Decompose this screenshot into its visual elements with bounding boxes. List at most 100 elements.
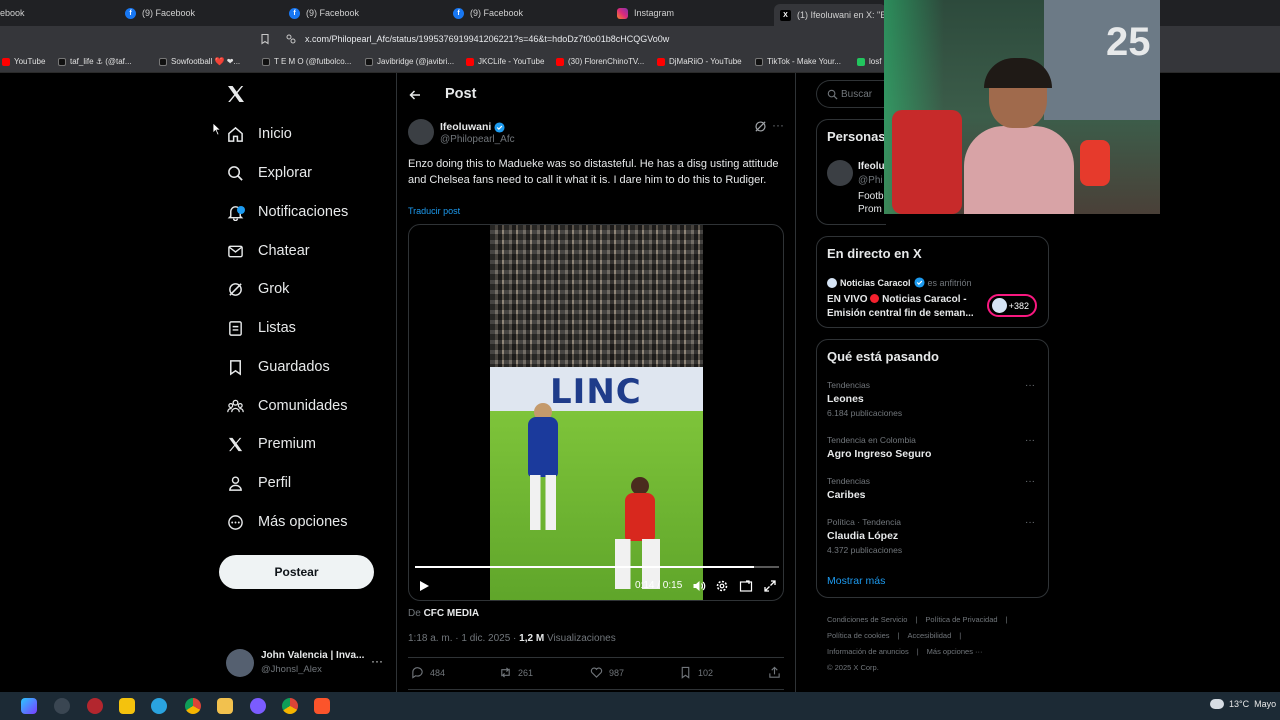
- author-handle[interactable]: @Philopearl_Afc: [440, 134, 515, 145]
- verified-badge-icon: [494, 121, 505, 133]
- like-button[interactable]: 987: [590, 666, 624, 679]
- bookmark-icon: [681, 666, 690, 679]
- url-field[interactable]: x.com/Philopearl_Afc/status/199537691994…: [305, 34, 669, 44]
- video-player[interactable]: LINC 0:14 / 0:15: [408, 224, 784, 601]
- play-icon[interactable]: [417, 579, 431, 593]
- grok-icon: [229, 282, 242, 296]
- search-input[interactable]: Buscar: [816, 80, 886, 108]
- settings-gear-icon[interactable]: [54, 698, 70, 714]
- copilot-icon[interactable]: [21, 698, 37, 714]
- picture-in-picture-icon[interactable]: [739, 579, 753, 593]
- bookmark-star-icon[interactable]: [259, 33, 271, 45]
- live-host[interactable]: Noticias Caracol es anfitrión: [827, 277, 972, 288]
- nav-item-comunidades[interactable]: Comunidades: [227, 393, 347, 419]
- account-switcher[interactable]: John Valencia | Inva... @Jhonsl_Alex ···: [226, 647, 386, 679]
- browser-tab[interactable]: Instagram: [617, 4, 674, 22]
- nav-label: Inicio: [258, 126, 292, 142]
- nav-item-grok[interactable]: Grok: [227, 276, 289, 302]
- footer-link[interactable]: Información de anuncios: [827, 647, 909, 656]
- bookmark-count: 102: [698, 667, 714, 678]
- bookmark-item[interactable]: JKCLife - YouTube: [466, 57, 544, 66]
- nav-item-explorar[interactable]: Explorar: [227, 160, 312, 186]
- chrome-icon[interactable]: [282, 698, 298, 714]
- live-listeners-badge[interactable]: +382: [987, 294, 1037, 317]
- browser-tab[interactable]: f (9) Facebook: [289, 4, 359, 22]
- more-dots-icon[interactable]: ···: [1025, 517, 1035, 528]
- more-dots-icon[interactable]: ···: [1025, 435, 1035, 446]
- back-arrow-icon[interactable]: [408, 88, 422, 102]
- repost-icon: [501, 667, 510, 678]
- source-account-link[interactable]: CFC MEDIA: [424, 608, 480, 619]
- settings-icon[interactable]: [715, 579, 729, 593]
- bookmark-item[interactable]: taf_life ⚓ (@taf...: [58, 57, 132, 66]
- fullscreen-icon[interactable]: [763, 579, 777, 593]
- tab-title: (9) Facebook: [306, 8, 360, 18]
- video-progress-bar[interactable]: [415, 566, 779, 568]
- bookmark-item[interactable]: Sowfootball ❤️ ❤...: [159, 57, 240, 66]
- post-timestamp[interactable]: 1:18 a. m. · 1 dic. 2025 ·: [408, 633, 516, 644]
- bookmark-button[interactable]: 102: [679, 666, 713, 679]
- nav-item-perfil[interactable]: Perfil: [227, 470, 291, 496]
- share-button[interactable]: [768, 666, 781, 679]
- telegram-icon[interactable]: [151, 698, 167, 714]
- bookmark-item[interactable]: Javibridge (@javibri...: [365, 57, 454, 66]
- footer-link[interactable]: Condiciones de Servicio: [827, 615, 907, 624]
- translate-link[interactable]: Traducir post: [408, 206, 460, 216]
- chrome-icon[interactable]: [185, 698, 201, 714]
- bookmark-icon: [230, 359, 241, 376]
- footer-link[interactable]: Política de cookies: [827, 631, 890, 640]
- nav-item-premium[interactable]: Premium: [227, 431, 316, 457]
- browser-tab[interactable]: ebook: [0, 4, 40, 22]
- more-dots-icon[interactable]: ···: [772, 118, 784, 132]
- browser-tab-active[interactable]: X (1) Ifeoluwani en X: "Enz: [774, 4, 886, 26]
- x-logo-icon[interactable]: [226, 84, 246, 104]
- app-icon[interactable]: [87, 698, 103, 714]
- source-prefix: De: [408, 608, 421, 619]
- bookmark-item[interactable]: YouTube: [2, 57, 45, 66]
- bookmark-item[interactable]: TikTok - Make Your...: [755, 57, 841, 66]
- avatar[interactable]: [827, 160, 853, 186]
- more-dots-icon[interactable]: ···: [1025, 476, 1035, 487]
- reply-button[interactable]: 484: [411, 666, 445, 679]
- notes-icon[interactable]: [119, 698, 135, 714]
- volume-icon[interactable]: [692, 579, 706, 593]
- nav-item-guardados[interactable]: Guardados: [227, 354, 330, 380]
- site-info-icon[interactable]: [285, 33, 297, 45]
- more-dots-icon[interactable]: ···: [1025, 380, 1035, 391]
- grok-icon[interactable]: [754, 120, 767, 133]
- trend-name: Caribes: [827, 489, 866, 501]
- nav-item-notificaciones[interactable]: Notificaciones: [227, 199, 348, 225]
- tiktok-icon: [755, 57, 763, 66]
- discord-icon[interactable]: [250, 698, 266, 714]
- footer-link[interactable]: Política de Privacidad: [925, 615, 997, 624]
- more-dots-icon[interactable]: ···: [371, 654, 383, 668]
- live-stream-title[interactable]: EN VIVO Noticias Caracol - Emisión centr…: [827, 293, 977, 321]
- footer-link[interactable]: Accesibilidad: [908, 631, 952, 640]
- browser-tab[interactable]: f (9) Facebook: [125, 4, 195, 22]
- bookmark-item[interactable]: T E M O (@futbolco...: [262, 57, 351, 66]
- file-explorer-icon[interactable]: [217, 698, 233, 714]
- footer-link[interactable]: Más opciones ···: [927, 647, 983, 656]
- repost-count: 261: [518, 667, 534, 678]
- trend-count: 6.184 publicaciones: [827, 408, 903, 418]
- browser-tab[interactable]: f (9) Facebook: [453, 4, 523, 22]
- show-more-link[interactable]: Mostrar más: [827, 575, 885, 587]
- suggested-user-name[interactable]: Ifeolu: [858, 161, 885, 172]
- bookmark-item[interactable]: DjMaRiiO - YouTube: [657, 57, 742, 66]
- nav-item-chatear[interactable]: Chatear: [227, 238, 310, 264]
- nav-item-inicio[interactable]: Inicio: [227, 121, 292, 147]
- author-avatar[interactable]: [408, 119, 434, 145]
- author-name[interactable]: Ifeoluwani: [440, 121, 505, 133]
- repost-button[interactable]: 261: [499, 666, 533, 679]
- nav-label: Guardados: [258, 359, 330, 375]
- bookmark-item[interactable]: losf: [857, 57, 881, 66]
- mail-icon: [228, 245, 243, 257]
- brave-icon[interactable]: [314, 698, 330, 714]
- video-frame: LINC: [490, 225, 703, 600]
- nav-label: Explorar: [258, 165, 312, 181]
- weather-widget[interactable]: 13°C Mayo: [1210, 699, 1276, 709]
- nav-item-mas-opciones[interactable]: Más opciones: [227, 509, 347, 535]
- post-button[interactable]: Postear: [219, 555, 374, 589]
- bookmark-item[interactable]: (30) FlorenChinoTV...: [556, 57, 644, 66]
- nav-item-listas[interactable]: Listas: [227, 315, 296, 341]
